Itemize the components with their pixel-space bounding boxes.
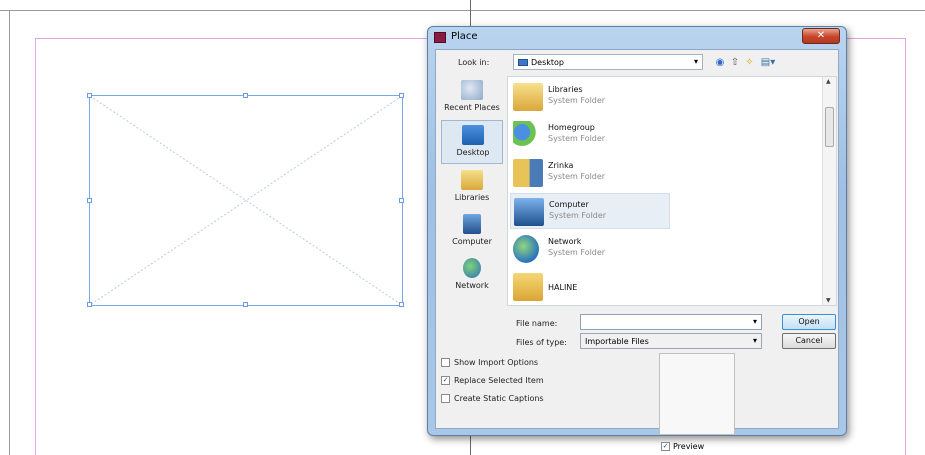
checkbox-label: Preview xyxy=(673,442,705,451)
frame-handle-right[interactable] xyxy=(399,198,404,203)
dialog-title: Place xyxy=(451,31,478,42)
dialog-titlebar[interactable]: Place ✕ xyxy=(428,27,846,49)
chevron-down-icon: ▾ xyxy=(752,336,757,345)
frame-handle-bottom-right[interactable] xyxy=(399,302,404,307)
file-type: System Folder xyxy=(548,134,606,143)
file-name: Libraries xyxy=(548,85,583,94)
frame-cross-lines xyxy=(90,96,402,305)
create-static-captions-checkbox[interactable]: Create Static Captions xyxy=(441,393,561,405)
checkbox-label: Create Static Captions xyxy=(454,394,544,403)
place-label: Network xyxy=(455,281,489,290)
list-item[interactable]: HALINE xyxy=(510,269,670,305)
look-in-dropdown[interactable]: Desktop ▾ xyxy=(513,54,703,70)
open-button[interactable]: Open xyxy=(782,314,836,330)
list-item[interactable]: Homegroup System Folder xyxy=(510,117,670,153)
dialog-body: Look in: Desktop ▾ ◉ ⇧ ✧ ▤▾ Recent Place… xyxy=(435,49,839,451)
user-folder-icon xyxy=(513,159,543,187)
frame-handle-bottom[interactable] xyxy=(243,302,248,307)
close-button[interactable]: ✕ xyxy=(802,28,840,44)
files-of-type-value: Importable Files xyxy=(585,337,649,346)
file-type: System Folder xyxy=(548,96,606,105)
folder-icon xyxy=(513,273,543,301)
file-name: Zrinka xyxy=(548,161,574,170)
place-network[interactable]: Network xyxy=(441,254,503,298)
place-dialog: Place ✕ Look in: Desktop ▾ ◉ ⇧ ✧ ▤▾ Rece… xyxy=(427,26,847,451)
margin-guide-left xyxy=(35,38,36,455)
place-label: Libraries xyxy=(454,193,490,202)
back-icon[interactable]: ◉ xyxy=(714,56,726,69)
page-edge-top xyxy=(0,10,925,11)
checkbox-box[interactable] xyxy=(441,394,450,403)
list-item[interactable]: Network System Folder xyxy=(510,231,670,267)
file-type: System Folder xyxy=(548,248,606,257)
margin-guide-right xyxy=(905,38,906,455)
file-name: Homegroup xyxy=(548,123,595,132)
scroll-thumb[interactable] xyxy=(825,107,834,147)
frame-handle-bottom-left[interactable] xyxy=(87,302,92,307)
network-globe-icon xyxy=(513,235,539,263)
checkbox-box[interactable] xyxy=(441,358,450,367)
new-folder-icon[interactable]: ✧ xyxy=(743,56,756,69)
place-label: Computer xyxy=(452,237,492,246)
chevron-down-icon[interactable]: ▾ xyxy=(753,317,757,326)
recent-places-icon xyxy=(461,80,483,100)
file-type: System Folder xyxy=(548,172,606,181)
frame-handle-top-right[interactable] xyxy=(399,93,404,98)
file-name-label: File name: xyxy=(516,319,558,328)
frame-handle-top[interactable] xyxy=(243,93,248,98)
scroll-down-icon[interactable]: ▼ xyxy=(826,297,831,304)
checkbox-box[interactable]: ✓ xyxy=(661,442,670,451)
image-placeholder-frame[interactable] xyxy=(87,93,404,307)
view-menu-icon[interactable]: ▤▾ xyxy=(759,56,777,69)
desktop-icon xyxy=(462,125,484,145)
up-one-level-icon[interactable]: ⇧ xyxy=(729,56,741,69)
place-label: Desktop xyxy=(456,148,490,157)
indesign-canvas: Place ✕ Look in: Desktop ▾ ◉ ⇧ ✧ ▤▾ Rece… xyxy=(0,0,925,455)
desktop-small-icon xyxy=(518,59,528,66)
computer-icon xyxy=(463,214,481,234)
libraries-icon xyxy=(461,170,483,190)
preview-pane xyxy=(659,353,735,435)
files-of-type-label: Files of type: xyxy=(516,338,567,347)
look-in-value: Desktop xyxy=(531,58,564,67)
list-item[interactable]: Computer System Folder xyxy=(510,193,670,229)
checkbox-label: Replace Selected Item xyxy=(454,376,544,385)
place-label: Recent Places xyxy=(444,103,500,112)
place-computer[interactable]: Computer xyxy=(441,210,503,254)
checkbox-label: Show Import Options xyxy=(454,358,539,367)
checkbox-box[interactable]: ✓ xyxy=(441,376,450,385)
network-icon xyxy=(463,258,481,278)
list-item[interactable]: Zrinka System Folder xyxy=(510,155,670,191)
scroll-up-icon[interactable]: ▲ xyxy=(826,78,831,85)
places-bar: Recent Places Desktop Libraries Computer… xyxy=(441,76,503,320)
file-name: Computer xyxy=(549,200,589,209)
file-type: System Folder xyxy=(549,211,607,220)
file-list[interactable]: Libraries System Folder Homegroup System… xyxy=(507,76,837,306)
chevron-down-icon: ▾ xyxy=(693,57,698,66)
indesign-app-icon xyxy=(434,32,446,43)
page-edge-left xyxy=(9,10,10,455)
replace-selected-item-checkbox[interactable]: ✓ Replace Selected Item xyxy=(441,375,561,387)
preview-checkbox[interactable]: ✓ Preview xyxy=(661,441,731,453)
frame-handle-top-left[interactable] xyxy=(87,93,92,98)
homegroup-icon xyxy=(513,121,543,149)
frame-handle-left[interactable] xyxy=(87,198,92,203)
files-of-type-dropdown[interactable]: Importable Files ▾ xyxy=(580,333,762,349)
show-import-options-checkbox[interactable]: Show Import Options xyxy=(441,357,561,369)
cancel-button[interactable]: Cancel xyxy=(782,333,836,349)
place-recent-places[interactable]: Recent Places xyxy=(441,76,503,120)
file-name: HALINE xyxy=(548,283,578,292)
file-name: Network xyxy=(548,237,582,246)
file-list-scrollbar[interactable]: ▲ ▼ xyxy=(822,77,836,305)
libraries-folder-icon xyxy=(513,83,543,111)
place-libraries[interactable]: Libraries xyxy=(441,166,503,210)
look-in-label: Look in: xyxy=(458,58,490,67)
file-name-input[interactable]: ▾ xyxy=(580,314,762,330)
list-item[interactable]: Libraries System Folder xyxy=(510,79,670,115)
place-desktop[interactable]: Desktop xyxy=(441,120,503,164)
computer-icon xyxy=(514,198,544,226)
